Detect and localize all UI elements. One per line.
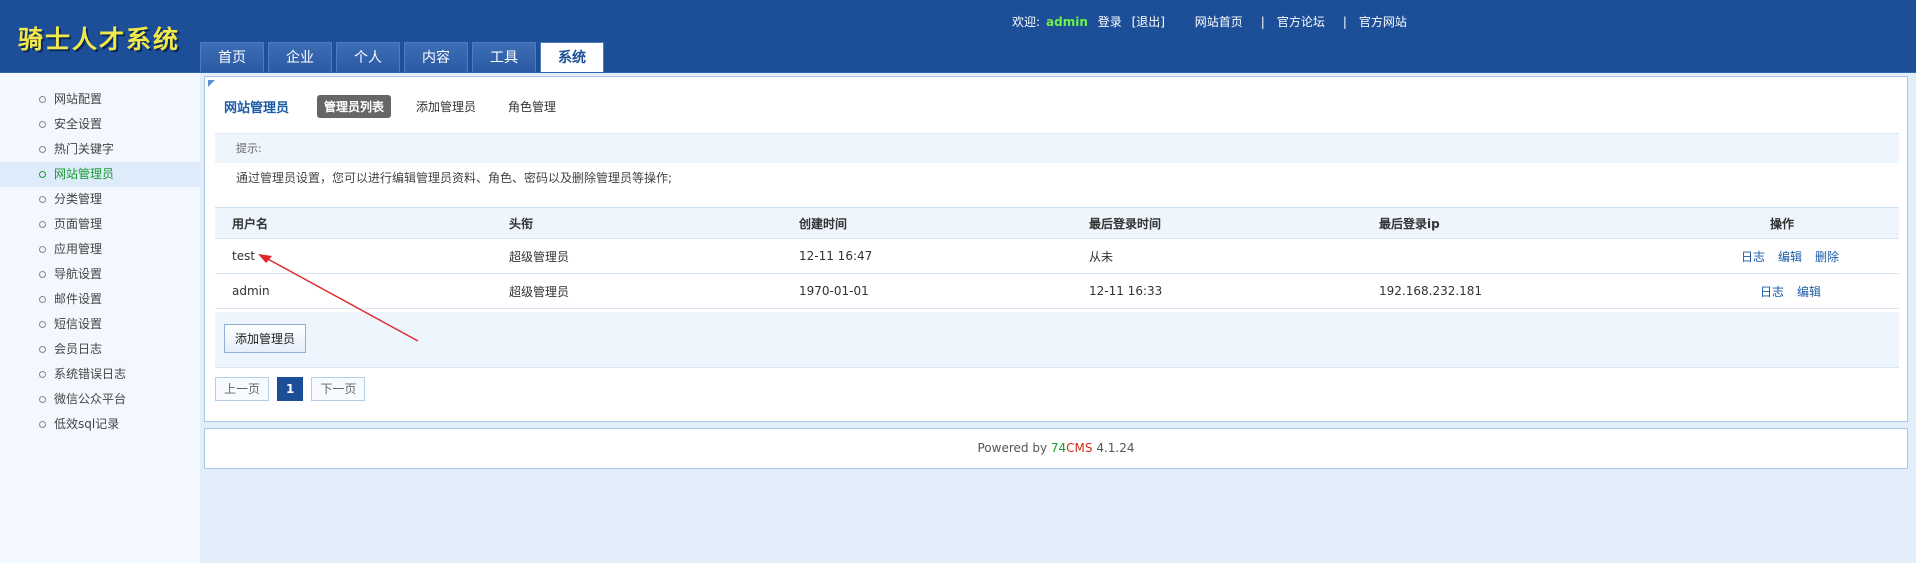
arrow-head: [258, 254, 272, 263]
annotation-arrow: [258, 254, 419, 342]
arrow-shaft: [265, 257, 419, 342]
